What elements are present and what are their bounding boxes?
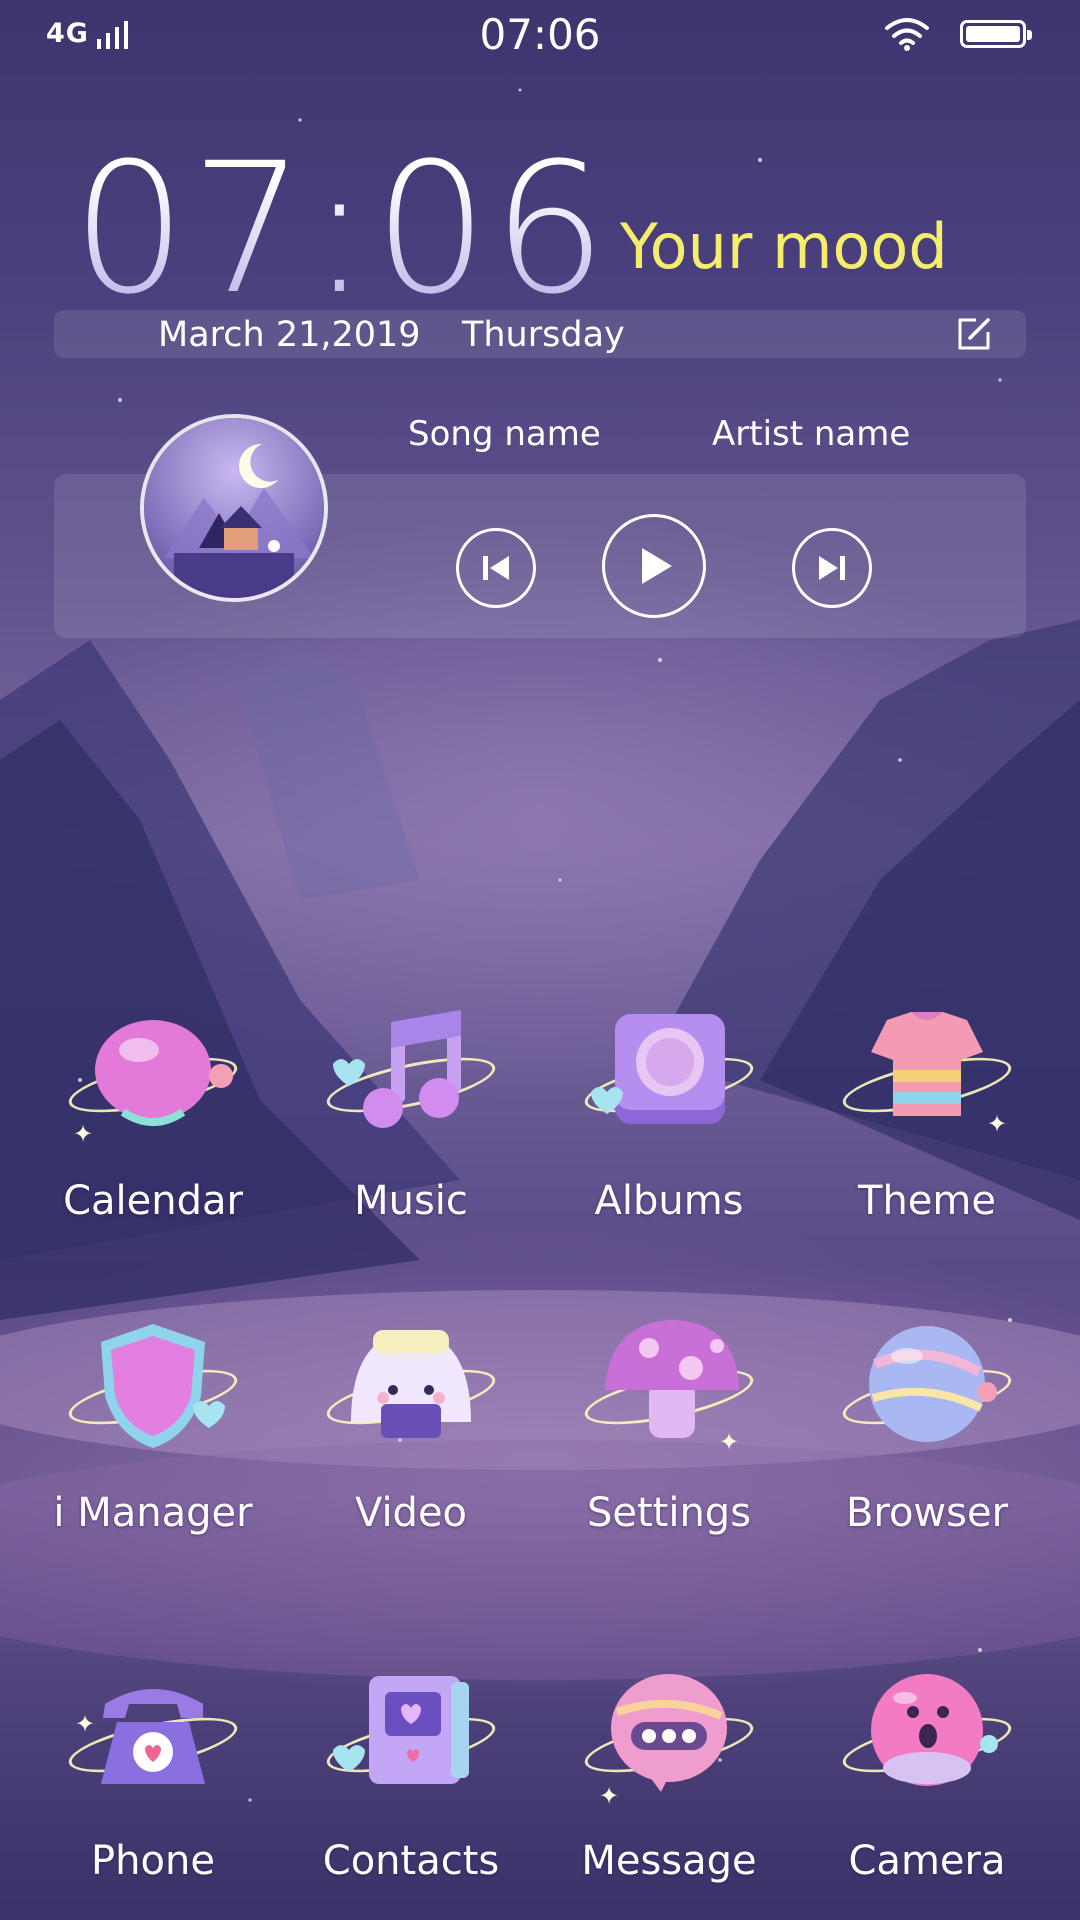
album-art-image — [144, 418, 324, 598]
battery-icon — [960, 20, 1032, 48]
album-art[interactable] — [140, 414, 328, 602]
app-label: Contacts — [322, 1838, 500, 1884]
settings-icon: ✦ — [569, 1312, 769, 1472]
date-text: March 21,2019 — [158, 315, 421, 355]
mood-label[interactable]: Your mood — [620, 210, 948, 283]
calendar-icon: ✦ — [53, 1000, 253, 1160]
app-camera[interactable]: Camera — [798, 1660, 1056, 1884]
app-music[interactable]: Music — [282, 1000, 540, 1224]
app-message[interactable]: ✦ Message — [540, 1660, 798, 1884]
music-icon — [311, 1000, 511, 1160]
play-icon — [642, 548, 672, 584]
app-label: Albums — [594, 1178, 744, 1224]
phone-icon: ✦ — [53, 1660, 253, 1820]
artist-name: Artist name — [712, 414, 911, 454]
theme-icon: ✦ — [827, 1000, 1027, 1160]
app-label: Music — [354, 1178, 468, 1224]
day-text: Thursday — [462, 315, 625, 355]
app-label: Camera — [848, 1838, 1006, 1884]
app-calendar[interactable]: ✦ Calendar — [24, 1000, 282, 1224]
app-label: Calendar — [63, 1178, 243, 1224]
next-icon — [819, 556, 845, 580]
clock-time[interactable]: 07:06 — [72, 140, 611, 320]
app-label: Settings — [586, 1490, 752, 1536]
previous-icon — [483, 556, 509, 580]
albums-icon — [569, 1000, 769, 1160]
camera-icon — [827, 1660, 1027, 1820]
date-bar: March 21,2019 Thursday — [54, 310, 1026, 358]
play-button[interactable] — [602, 514, 706, 618]
browser-icon — [827, 1312, 1027, 1472]
app-phone[interactable]: ✦ Phone — [24, 1660, 282, 1884]
app-label: Video — [354, 1490, 468, 1536]
video-icon — [311, 1312, 511, 1472]
wifi-icon — [885, 18, 929, 51]
song-name: Song name — [408, 414, 601, 454]
app-label: Browser — [845, 1490, 1009, 1536]
app-theme[interactable]: ✦ Theme — [798, 1000, 1056, 1224]
previous-button[interactable] — [456, 528, 536, 608]
app-label: i Manager — [53, 1490, 253, 1536]
app-i-manager[interactable]: i Manager — [24, 1312, 282, 1536]
app-label: Message — [581, 1838, 757, 1884]
edit-icon[interactable] — [954, 314, 994, 354]
message-icon: ✦ — [569, 1660, 769, 1820]
next-button[interactable] — [792, 528, 872, 608]
shield-icon — [53, 1312, 253, 1472]
app-label: Phone — [91, 1838, 215, 1884]
app-albums[interactable]: Albums — [540, 1000, 798, 1224]
app-contacts[interactable]: Contacts — [282, 1660, 540, 1884]
contacts-icon — [311, 1660, 511, 1820]
app-settings[interactable]: ✦ Settings — [540, 1312, 798, 1536]
status-bar: 4G 07:06 — [0, 0, 1080, 70]
app-browser[interactable]: Browser — [798, 1312, 1056, 1536]
app-label: Theme — [858, 1178, 996, 1224]
app-video[interactable]: Video — [282, 1312, 540, 1536]
